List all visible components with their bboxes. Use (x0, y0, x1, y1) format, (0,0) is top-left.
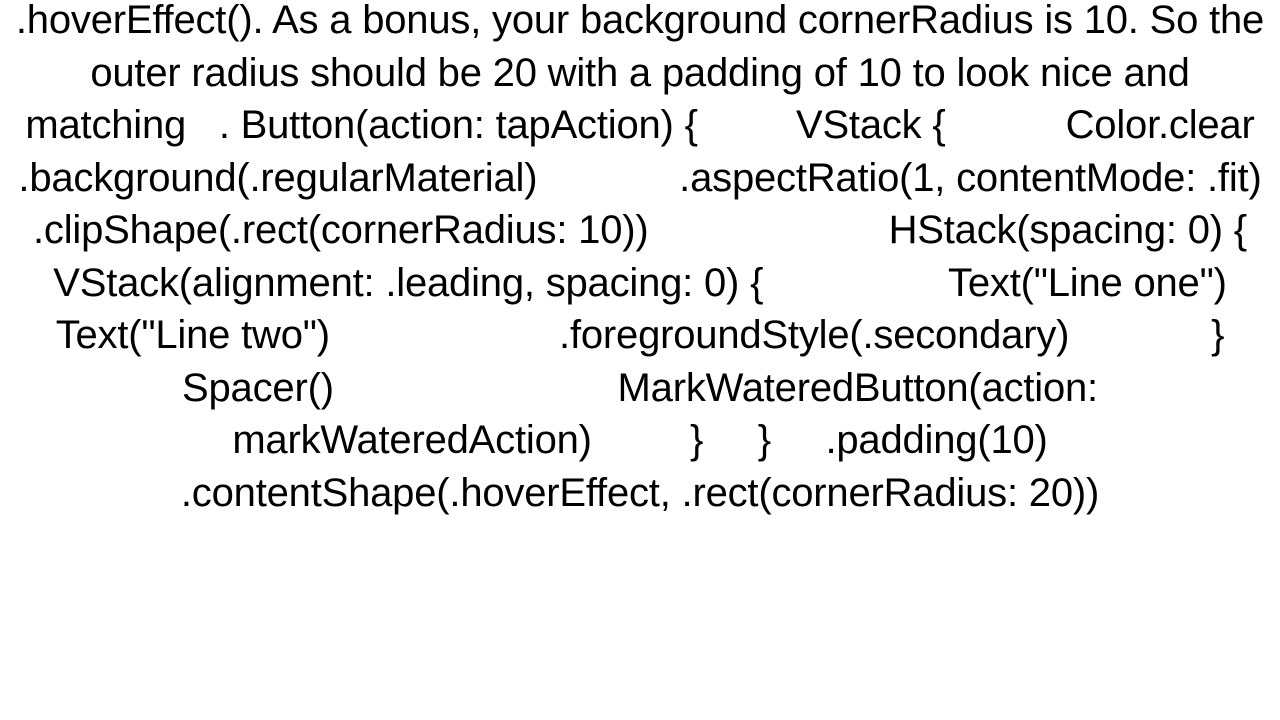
document-viewport: .hoverEffect(). As a bonus, your backgro… (0, 0, 1280, 720)
document-body-text: .hoverEffect(). As a bonus, your backgro… (10, 0, 1270, 519)
